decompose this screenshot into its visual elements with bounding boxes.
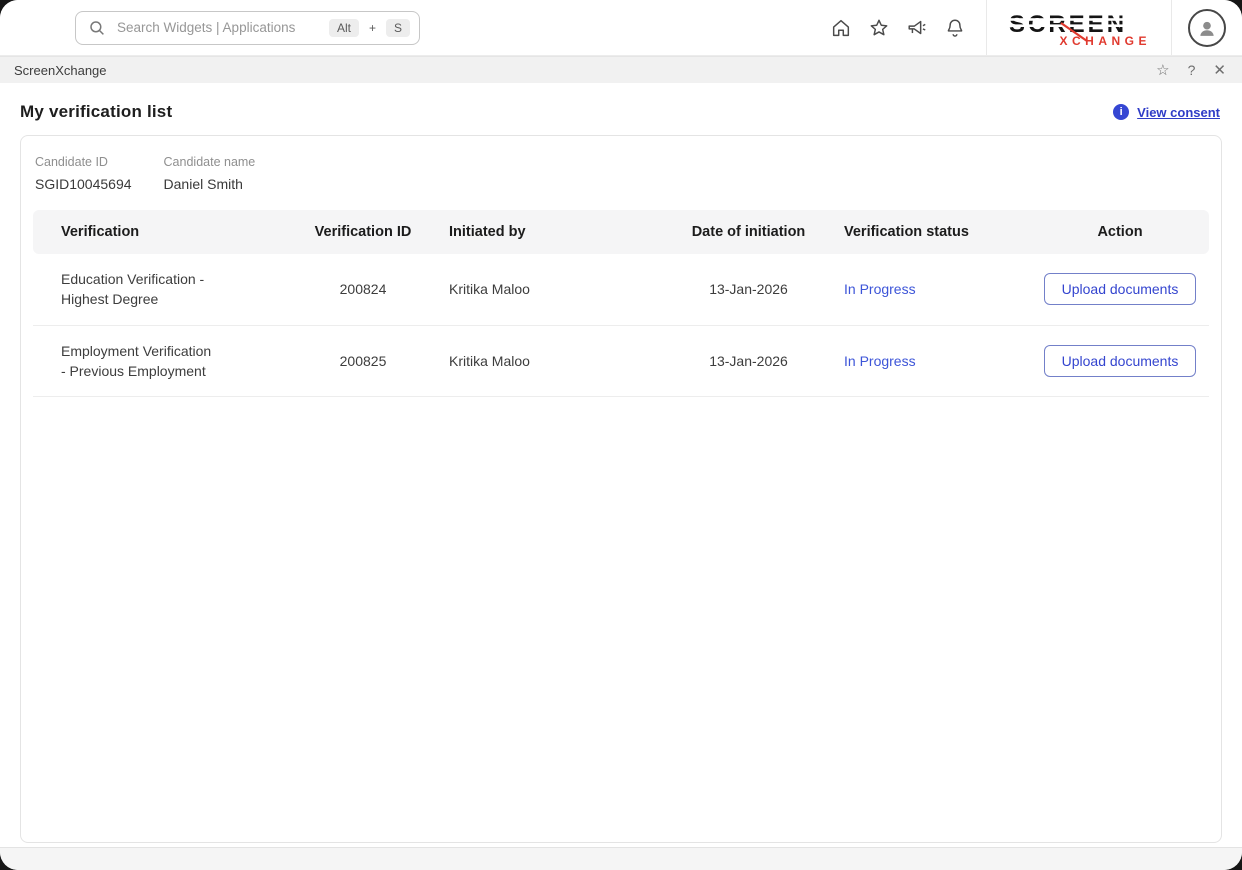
top-bar: Alt + S [0,0,1242,56]
user-icon [1196,15,1218,41]
table-row: Education Verification - Highest Degree … [33,254,1209,326]
widget-titlebar: ScreenXchange ☆ ? ✕ [0,56,1242,83]
candidate-name-value: Daniel Smith [164,176,256,192]
status-badge: In Progress [844,279,1031,299]
verification-id: 200824 [277,279,449,299]
top-actions: SCREEN XCHANGE [822,0,1242,55]
search-input[interactable] [115,19,320,36]
view-consent-link[interactable]: i View consent [1113,104,1220,120]
notifications-button[interactable] [936,9,974,47]
announcements-button[interactable] [898,9,936,47]
candidate-id-value: SGID10045694 [35,176,132,192]
candidate-info: Candidate ID SGID10045694 Candidate name… [33,151,1209,210]
verification-id: 200825 [277,351,449,371]
column-header-initiated-by: Initiated by [449,224,653,240]
table-header-row: Verification Verification ID Initiated b… [33,210,1209,254]
column-header-date: Date of initiation [653,224,844,240]
column-header-verification: Verification [61,224,277,240]
search-icon [88,19,106,37]
global-search[interactable]: Alt + S [75,11,420,45]
widget-actions: ☆ ? ✕ [1156,63,1226,78]
candidate-name-field: Candidate name Daniel Smith [164,155,256,192]
content-area: My verification list i View consent Cand… [0,83,1242,847]
bottom-strip [0,847,1242,870]
logo-secondary-text: XCHANGE [1059,34,1151,48]
page-title: My verification list [20,102,172,122]
widget-title: ScreenXchange [14,63,107,78]
bell-icon [944,17,966,39]
info-icon: i [1113,104,1129,120]
page-header: My verification list i View consent [20,83,1222,135]
column-header-verification-id: Verification ID [277,224,449,240]
home-button[interactable] [822,9,860,47]
favorites-button[interactable] [860,9,898,47]
initiated-by: Kritika Maloo [449,279,653,299]
divider [1171,0,1172,55]
upload-documents-button[interactable]: Upload documents [1044,273,1197,305]
column-header-status: Verification status [844,224,1031,240]
candidate-id-field: Candidate ID SGID10045694 [35,155,132,192]
star-icon [868,17,890,39]
table-row: Employment Verification - Previous Emplo… [33,326,1209,398]
date-of-initiation: 13-Jan-2026 [653,279,844,299]
home-icon [830,17,852,39]
megaphone-icon [906,17,928,39]
column-header-action: Action [1031,224,1209,240]
shortcut-key-s: S [386,19,410,37]
shortcut-key-alt: Alt [329,19,359,37]
status-badge: In Progress [844,351,1031,371]
app-window: Alt + S [0,0,1242,870]
candidate-name-label: Candidate name [164,155,256,169]
upload-documents-button[interactable]: Upload documents [1044,345,1197,377]
initiated-by: Kritika Maloo [449,351,653,371]
brand-logo[interactable]: SCREEN XCHANGE [999,7,1159,49]
date-of-initiation: 13-Jan-2026 [653,351,844,371]
view-consent-label: View consent [1137,105,1220,120]
verification-name: Education Verification - Highest Degree [61,269,219,310]
shortcut-plus: + [369,21,376,35]
verification-card: Candidate ID SGID10045694 Candidate name… [20,135,1222,843]
verification-name: Employment Verification - Previous Emplo… [61,341,219,382]
candidate-id-label: Candidate ID [35,155,132,169]
divider [986,0,987,55]
favorite-widget-button[interactable]: ☆ [1156,63,1169,78]
help-button[interactable]: ? [1188,63,1196,77]
avatar-button[interactable] [1188,9,1226,47]
close-widget-button[interactable]: ✕ [1213,63,1226,78]
